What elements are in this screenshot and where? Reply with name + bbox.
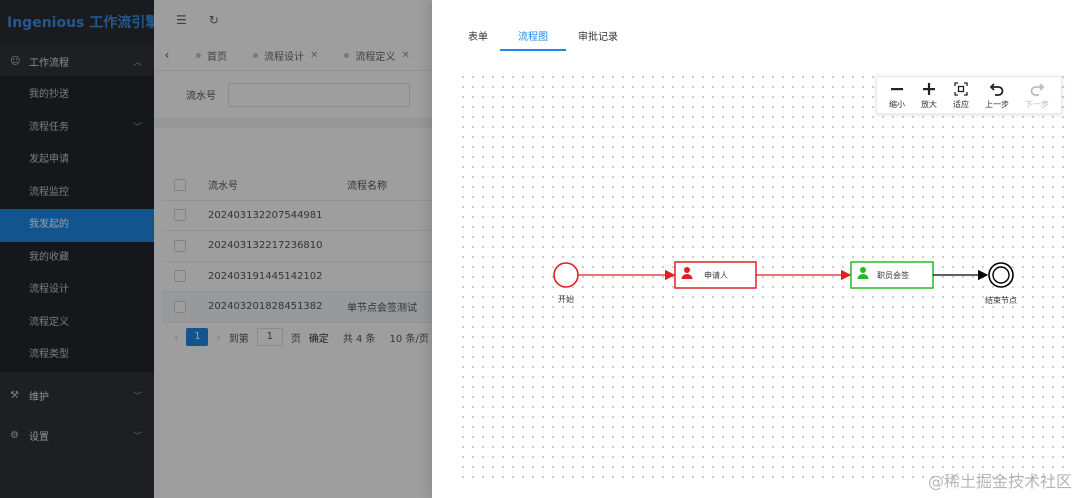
tab-form[interactable]: 表单 [456, 22, 500, 51]
start-node[interactable] [553, 262, 579, 288]
drawer-tabs: 表单 流程图 审批记录 [456, 22, 630, 51]
tab-flow-chart[interactable]: 流程图 [500, 22, 566, 51]
tab-approval-records[interactable]: 审批记录 [566, 22, 630, 51]
flow-canvas[interactable]: 缩小 放大 适应 上一步 下一步 开始 申请人 职员会签 结束节点 [458, 72, 1070, 478]
task-node-applicant-label: 申请人 [704, 270, 728, 280]
watermark: @稀土掘金技术社区 [927, 472, 1072, 491]
flow-diagram: 开始 申请人 职员会签 结束节点 [553, 261, 1017, 305]
process-drawer: 表单 流程图 审批记录 缩小 放大 适应 上一步 下一步 开始 申请人 职员会签… [432, 0, 1080, 498]
end-node-label: 结束节点 [985, 295, 1017, 305]
task-node-countersign-label: 职员会签 [877, 270, 909, 280]
start-node-label: 开始 [558, 294, 574, 304]
